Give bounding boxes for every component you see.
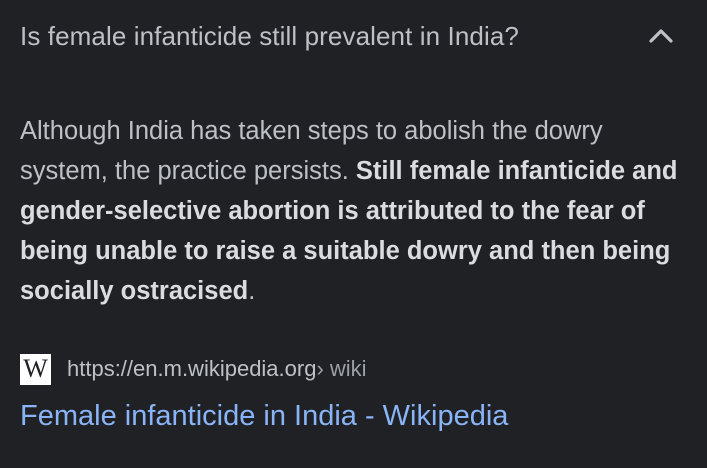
result-title-link[interactable]: Female infanticide in India - Wikipedia <box>20 400 508 433</box>
source-breadcrumb: › wiki <box>316 356 367 381</box>
chevron-up-icon[interactable] <box>647 22 675 50</box>
question-header[interactable]: Is female infanticide still prevalent in… <box>20 0 687 72</box>
answer-ending-text: . <box>248 277 256 305</box>
source-citation[interactable]: W https://en.m.wikipedia.org › wiki <box>20 352 367 386</box>
wikipedia-favicon-icon: W <box>20 353 51 385</box>
source-url: https://en.m.wikipedia.org <box>67 356 317 381</box>
question-text: Is female infanticide still prevalent in… <box>20 20 519 51</box>
answer-snippet: Although India has taken steps to abolis… <box>20 111 690 311</box>
